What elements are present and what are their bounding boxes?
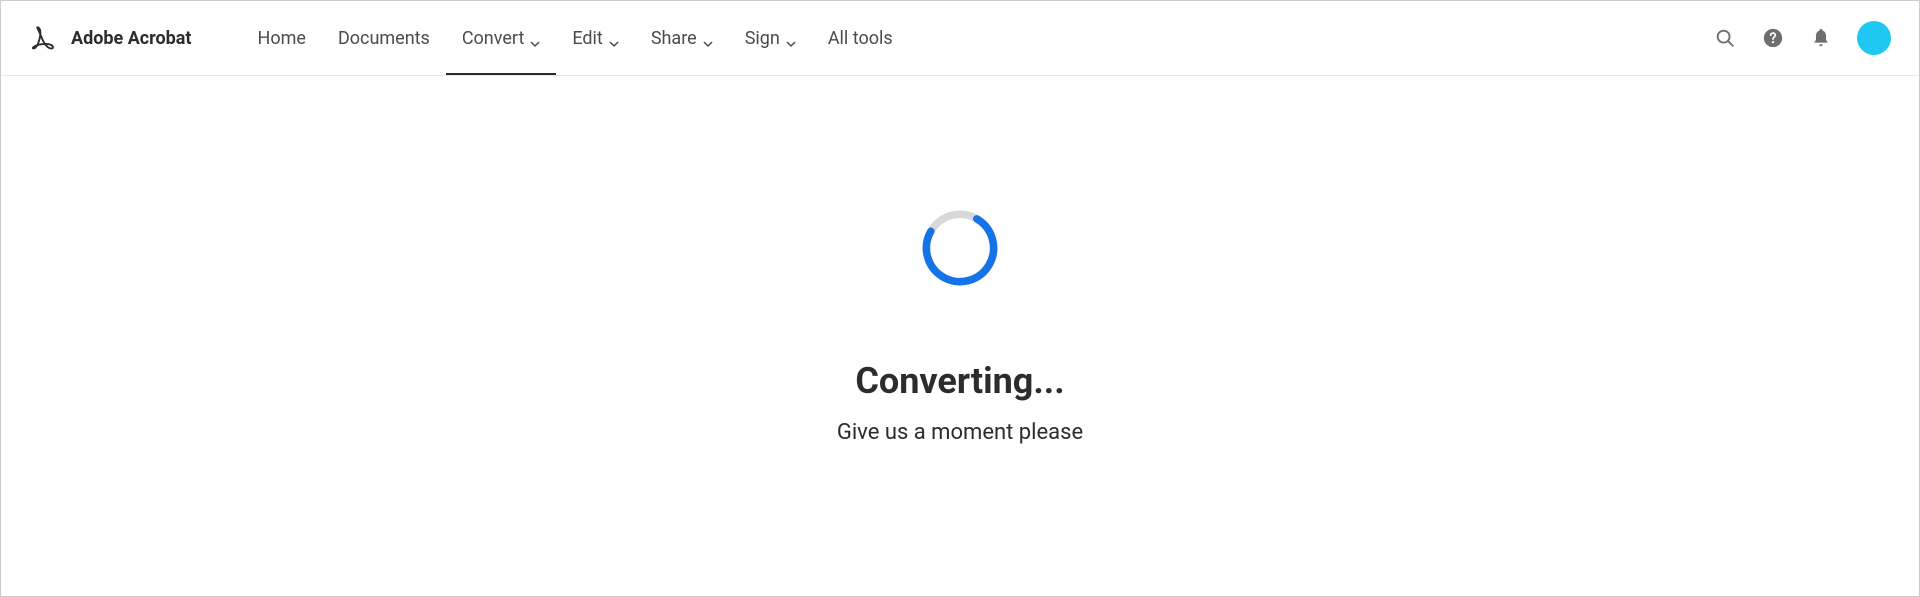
main-content: Converting... Give us a moment please	[1, 76, 1919, 445]
nav-edit[interactable]: Edit	[556, 1, 634, 75]
header-right	[1713, 21, 1891, 55]
logo-section: Adobe Acrobat	[29, 24, 192, 52]
nav-share[interactable]: Share	[635, 1, 729, 75]
search-icon[interactable]	[1713, 26, 1737, 50]
nav-label: Documents	[338, 28, 430, 49]
acrobat-logo-icon	[29, 24, 57, 52]
nav-label: Convert	[462, 28, 525, 49]
nav-convert[interactable]: Convert	[446, 1, 557, 75]
nav-all-tools[interactable]: All tools	[812, 1, 909, 75]
chevron-down-icon	[609, 33, 619, 43]
chevron-down-icon	[530, 33, 540, 43]
nav-home[interactable]: Home	[242, 1, 322, 75]
nav-documents[interactable]: Documents	[322, 1, 446, 75]
status-title: Converting...	[855, 360, 1064, 402]
notifications-icon[interactable]	[1809, 26, 1833, 50]
chevron-down-icon	[703, 33, 713, 43]
nav-label: Share	[651, 28, 697, 49]
nav-label: Edit	[572, 28, 602, 49]
nav-label: All tools	[828, 28, 893, 49]
nav-label: Sign	[745, 28, 780, 49]
help-icon[interactable]	[1761, 26, 1785, 50]
product-name: Adobe Acrobat	[71, 28, 192, 49]
loading-spinner-icon	[918, 206, 1002, 290]
nav-label: Home	[258, 28, 306, 49]
avatar[interactable]	[1857, 21, 1891, 55]
status-subtitle: Give us a moment please	[837, 420, 1083, 445]
nav-sign[interactable]: Sign	[729, 1, 812, 75]
main-nav: Home Documents Convert Edit Share Sign	[242, 1, 909, 75]
chevron-down-icon	[786, 33, 796, 43]
header-bar: Adobe Acrobat Home Documents Convert Edi…	[1, 1, 1919, 76]
